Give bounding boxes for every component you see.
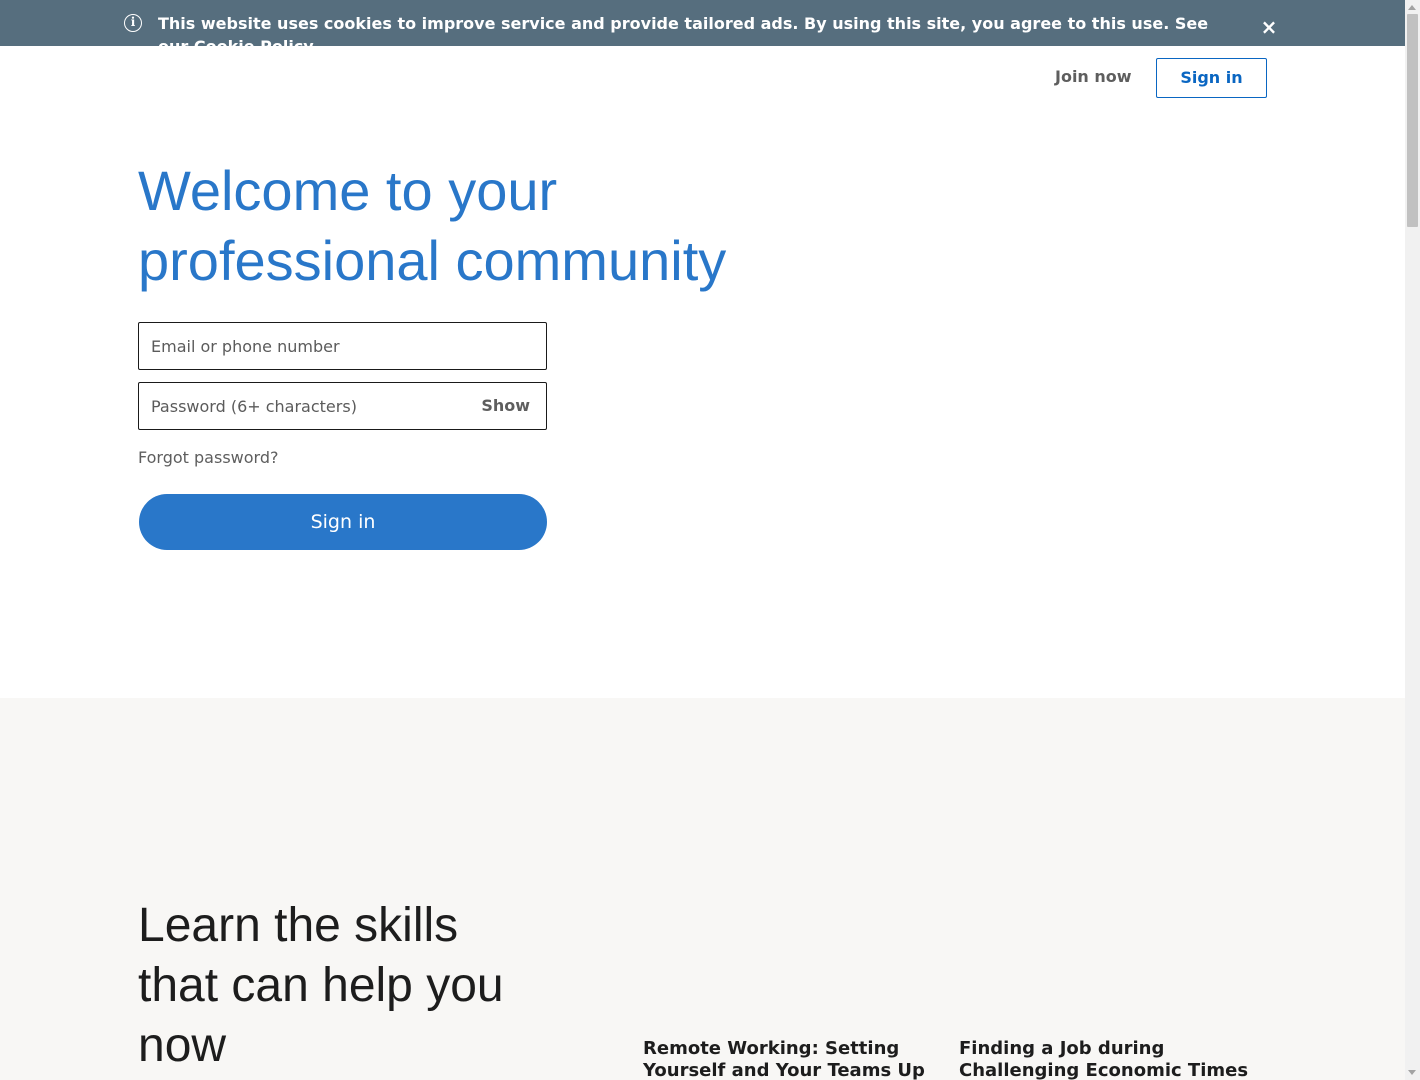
skills-title: Learn the skills that can help you now: [138, 899, 504, 1072]
email-field[interactable]: [138, 322, 547, 370]
header-sign-in-button[interactable]: Sign in: [1156, 58, 1267, 98]
close-icon[interactable]: ×: [1259, 15, 1279, 39]
cookie-banner: i This website uses cookies to improve s…: [0, 0, 1405, 46]
forgot-password-link[interactable]: Forgot password?: [138, 447, 278, 469]
course-card-title[interactable]: Remote Working: Setting Yourself and You…: [643, 1038, 933, 1080]
scroll-up-arrow-icon[interactable]: [1405, 0, 1420, 14]
hero-title: Welcome to your professional community: [138, 159, 727, 292]
page: i This website uses cookies to improve s…: [0, 0, 1405, 1080]
scrollbar-thumb[interactable]: [1407, 14, 1418, 227]
cookie-policy-link[interactable]: Cookie Policy: [194, 37, 314, 46]
show-password-button[interactable]: Show: [481, 395, 530, 417]
cookie-message-text: This website uses cookies to improve ser…: [158, 14, 1209, 46]
cookie-message: This website uses cookies to improve ser…: [158, 12, 1218, 46]
join-now-link[interactable]: Join now: [1055, 66, 1132, 88]
skills-section: Learn the skills that can help you now R…: [0, 698, 1405, 1080]
email-input[interactable]: [139, 323, 546, 369]
info-icon: i: [124, 14, 142, 32]
password-field[interactable]: Show: [138, 382, 547, 430]
vertical-scrollbar[interactable]: [1405, 0, 1420, 1080]
course-card-title[interactable]: Finding a Job during Challenging Economi…: [959, 1038, 1249, 1080]
sign-in-button[interactable]: Sign in: [139, 494, 547, 550]
scroll-down-arrow-icon[interactable]: [1405, 1066, 1420, 1080]
